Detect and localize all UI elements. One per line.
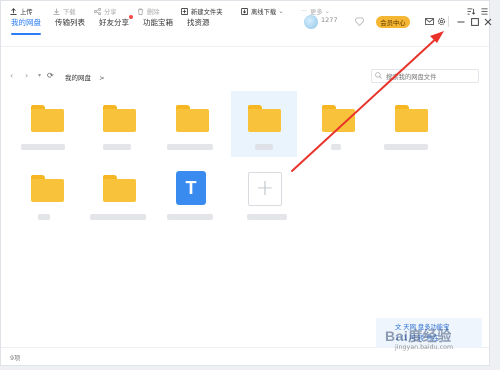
blurred-file-name bbox=[38, 214, 50, 220]
folder-item[interactable] bbox=[14, 161, 80, 227]
close-icon[interactable] bbox=[482, 16, 493, 27]
chevron-down-icon: ⌄ bbox=[324, 7, 330, 15]
folder-item[interactable] bbox=[14, 91, 80, 157]
folder-icon bbox=[103, 105, 136, 132]
folder-item-selected[interactable] bbox=[231, 91, 297, 157]
breadcrumb[interactable]: 我的网盘 > bbox=[65, 72, 105, 82]
username[interactable]: 1277 bbox=[321, 16, 341, 26]
folder-icon bbox=[395, 105, 428, 132]
list-view-icon bbox=[481, 7, 488, 15]
refresh-icon[interactable]: ⟳ bbox=[47, 71, 55, 81]
blurred-file-name bbox=[384, 144, 428, 150]
upload-button[interactable]: 上传 bbox=[10, 5, 33, 17]
baidu-jingyan-logo: Bai度经验 bbox=[385, 328, 452, 344]
folder-icon bbox=[31, 175, 64, 202]
chevron-down-icon: ⌄ bbox=[278, 7, 284, 15]
folder-icon bbox=[31, 105, 64, 132]
blurred-file-name bbox=[103, 144, 131, 150]
download-icon bbox=[53, 7, 60, 15]
folder-icon bbox=[322, 105, 355, 132]
download-button[interactable]: 下载 bbox=[53, 5, 76, 17]
more-icon: ··· bbox=[301, 7, 308, 15]
minimize-icon[interactable] bbox=[455, 16, 466, 27]
app-window: 我的网盘 传输列表 好友分享 功能宝箱 找资源 1277 会员中心 上传 下载 … bbox=[0, 0, 493, 366]
trash-icon bbox=[137, 7, 144, 15]
blurred-file-name bbox=[247, 214, 287, 220]
share-icon bbox=[94, 7, 101, 15]
sort-icon bbox=[467, 7, 475, 15]
maximize-icon[interactable] bbox=[469, 16, 480, 27]
divider bbox=[448, 16, 449, 27]
folder-item[interactable] bbox=[86, 161, 152, 227]
more-button[interactable]: ··· 更多 ⌄ bbox=[301, 5, 330, 17]
watermark-url: jingyan.baidu.com bbox=[395, 344, 454, 351]
toolbar bbox=[1, 46, 489, 66]
new-folder-icon bbox=[181, 7, 188, 15]
search-icon bbox=[375, 72, 382, 79]
delete-button[interactable]: 删除 bbox=[137, 5, 160, 17]
sort-button[interactable] bbox=[467, 5, 478, 17]
offline-download-button[interactable]: 离线下载 ⌄ bbox=[241, 5, 283, 17]
share-button[interactable]: 分享 bbox=[94, 5, 117, 17]
back-icon[interactable]: ‹ bbox=[10, 71, 18, 81]
folder-item[interactable] bbox=[159, 91, 225, 157]
mail-icon[interactable] bbox=[424, 16, 435, 27]
blurred-file-name bbox=[90, 214, 146, 220]
folder-item[interactable] bbox=[378, 91, 444, 157]
blurred-file-name bbox=[167, 144, 213, 150]
view-toggle-button[interactable] bbox=[481, 5, 491, 17]
vip-center-button[interactable]: 会员中心 bbox=[376, 16, 410, 28]
upload-icon bbox=[10, 7, 17, 15]
new-folder-button[interactable]: 新建文件夹 bbox=[181, 5, 222, 17]
document-item[interactable]: T bbox=[159, 161, 225, 227]
blurred-file-name bbox=[21, 144, 65, 150]
diamond-icon[interactable] bbox=[355, 17, 364, 26]
forward-icon[interactable]: › bbox=[25, 71, 33, 81]
search-input[interactable] bbox=[371, 69, 479, 83]
blurred-file-name bbox=[331, 144, 341, 150]
blurred-file-name bbox=[255, 144, 273, 150]
history-dropdown-icon[interactable]: ▾ bbox=[38, 72, 46, 82]
folder-icon bbox=[176, 105, 209, 132]
folder-icon bbox=[248, 105, 281, 132]
avatar[interactable] bbox=[304, 15, 318, 29]
blurred-file-name bbox=[167, 214, 213, 220]
folder-item[interactable] bbox=[86, 91, 152, 157]
gear-icon[interactable] bbox=[436, 16, 447, 27]
add-item-button[interactable]: + bbox=[248, 172, 282, 206]
offline-download-icon bbox=[241, 7, 248, 15]
item-count: 9项 bbox=[10, 355, 21, 362]
plus-icon: + bbox=[255, 176, 275, 201]
text-document-icon: T bbox=[176, 171, 206, 205]
folder-icon bbox=[103, 175, 136, 202]
folder-item[interactable] bbox=[305, 91, 371, 157]
notification-dot bbox=[129, 15, 133, 19]
